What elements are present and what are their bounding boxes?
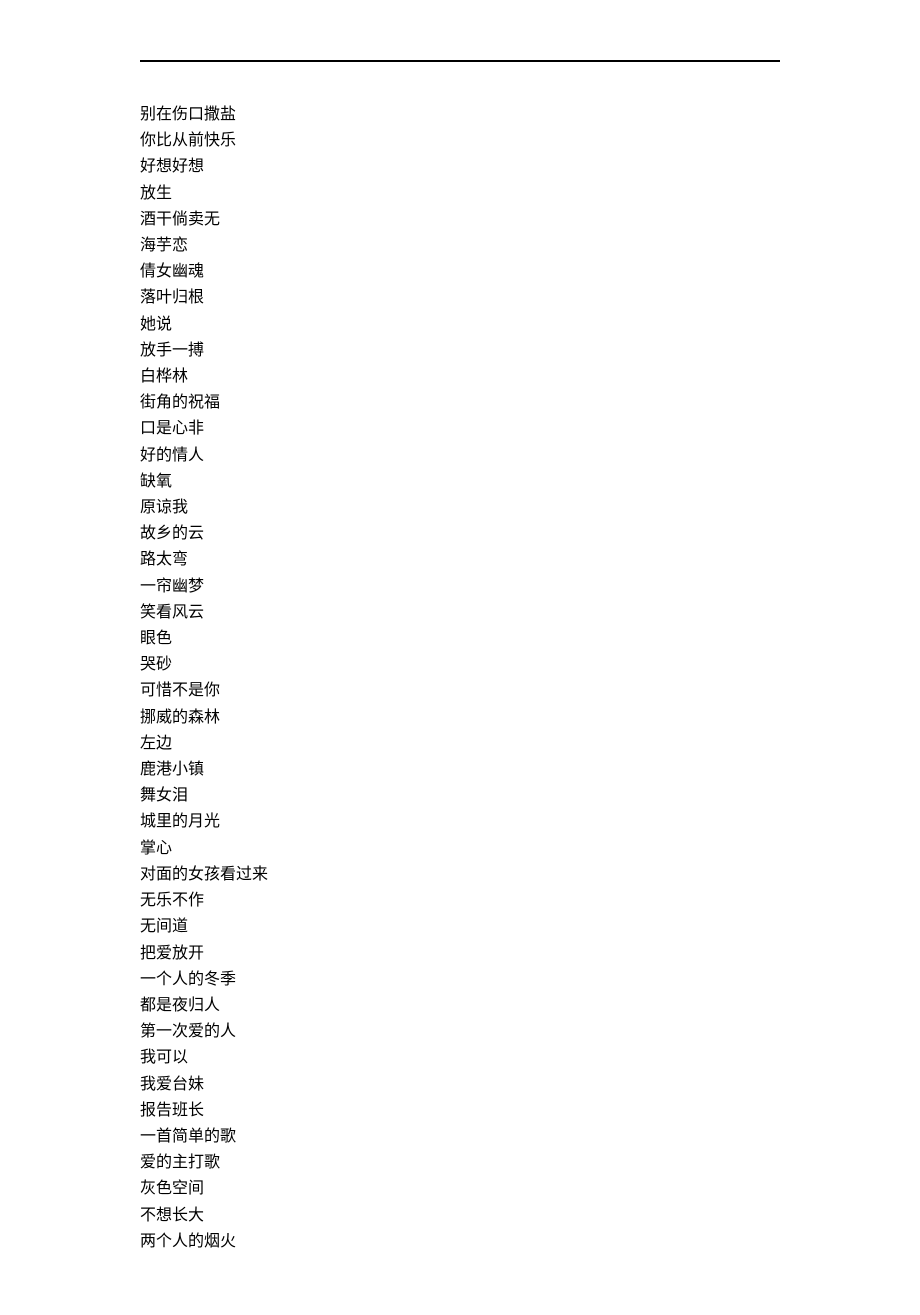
list-item: 放生 — [140, 181, 780, 207]
list-item: 可惜不是你 — [140, 678, 780, 704]
list-item: 城里的月光 — [140, 809, 780, 835]
list-item: 好的情人 — [140, 443, 780, 469]
list-item: 哭砂 — [140, 652, 780, 678]
list-item: 倩女幽魂 — [140, 259, 780, 285]
list-item: 无间道 — [140, 914, 780, 940]
list-item: 对面的女孩看过来 — [140, 862, 780, 888]
list-item: 白桦林 — [140, 364, 780, 390]
list-item: 都是夜归人 — [140, 993, 780, 1019]
horizontal-rule — [140, 60, 780, 62]
list-item: 不想长大 — [140, 1203, 780, 1229]
list-item: 鹿港小镇 — [140, 757, 780, 783]
list-item: 落叶归根 — [140, 285, 780, 311]
list-item: 缺氧 — [140, 469, 780, 495]
list-item: 爱的主打歌 — [140, 1150, 780, 1176]
list-item: 好想好想 — [140, 154, 780, 180]
list-item: 一个人的冬季 — [140, 967, 780, 993]
list-item: 无乐不作 — [140, 888, 780, 914]
list-item: 你比从前快乐 — [140, 128, 780, 154]
list-item: 放手一搏 — [140, 338, 780, 364]
list-item: 路太弯 — [140, 547, 780, 573]
list-item: 我可以 — [140, 1045, 780, 1071]
list-item: 眼色 — [140, 626, 780, 652]
list-item: 一帘幽梦 — [140, 574, 780, 600]
list-item: 第一次爱的人 — [140, 1019, 780, 1045]
list-item: 笑看风云 — [140, 600, 780, 626]
list-item: 酒干倘卖无 — [140, 207, 780, 233]
list-item: 挪威的森林 — [140, 705, 780, 731]
list-item: 原谅我 — [140, 495, 780, 521]
document-page: 别在伤口撒盐你比从前快乐好想好想放生酒干倘卖无海芋恋倩女幽魂落叶归根她说放手一搏… — [0, 0, 920, 1315]
list-item: 别在伤口撒盐 — [140, 102, 780, 128]
list-item: 我爱台妹 — [140, 1072, 780, 1098]
list-item: 两个人的烟火 — [140, 1229, 780, 1255]
list-item: 左边 — [140, 731, 780, 757]
list-item: 把爱放开 — [140, 941, 780, 967]
list-item: 口是心非 — [140, 416, 780, 442]
list-item: 故乡的云 — [140, 521, 780, 547]
list-item: 她说 — [140, 312, 780, 338]
list-item: 街角的祝福 — [140, 390, 780, 416]
list-item: 掌心 — [140, 836, 780, 862]
song-list: 别在伤口撒盐你比从前快乐好想好想放生酒干倘卖无海芋恋倩女幽魂落叶归根她说放手一搏… — [140, 102, 780, 1255]
list-item: 灰色空间 — [140, 1176, 780, 1202]
list-item: 舞女泪 — [140, 783, 780, 809]
list-item: 海芋恋 — [140, 233, 780, 259]
list-item: 一首简单的歌 — [140, 1124, 780, 1150]
list-item: 报告班长 — [140, 1098, 780, 1124]
